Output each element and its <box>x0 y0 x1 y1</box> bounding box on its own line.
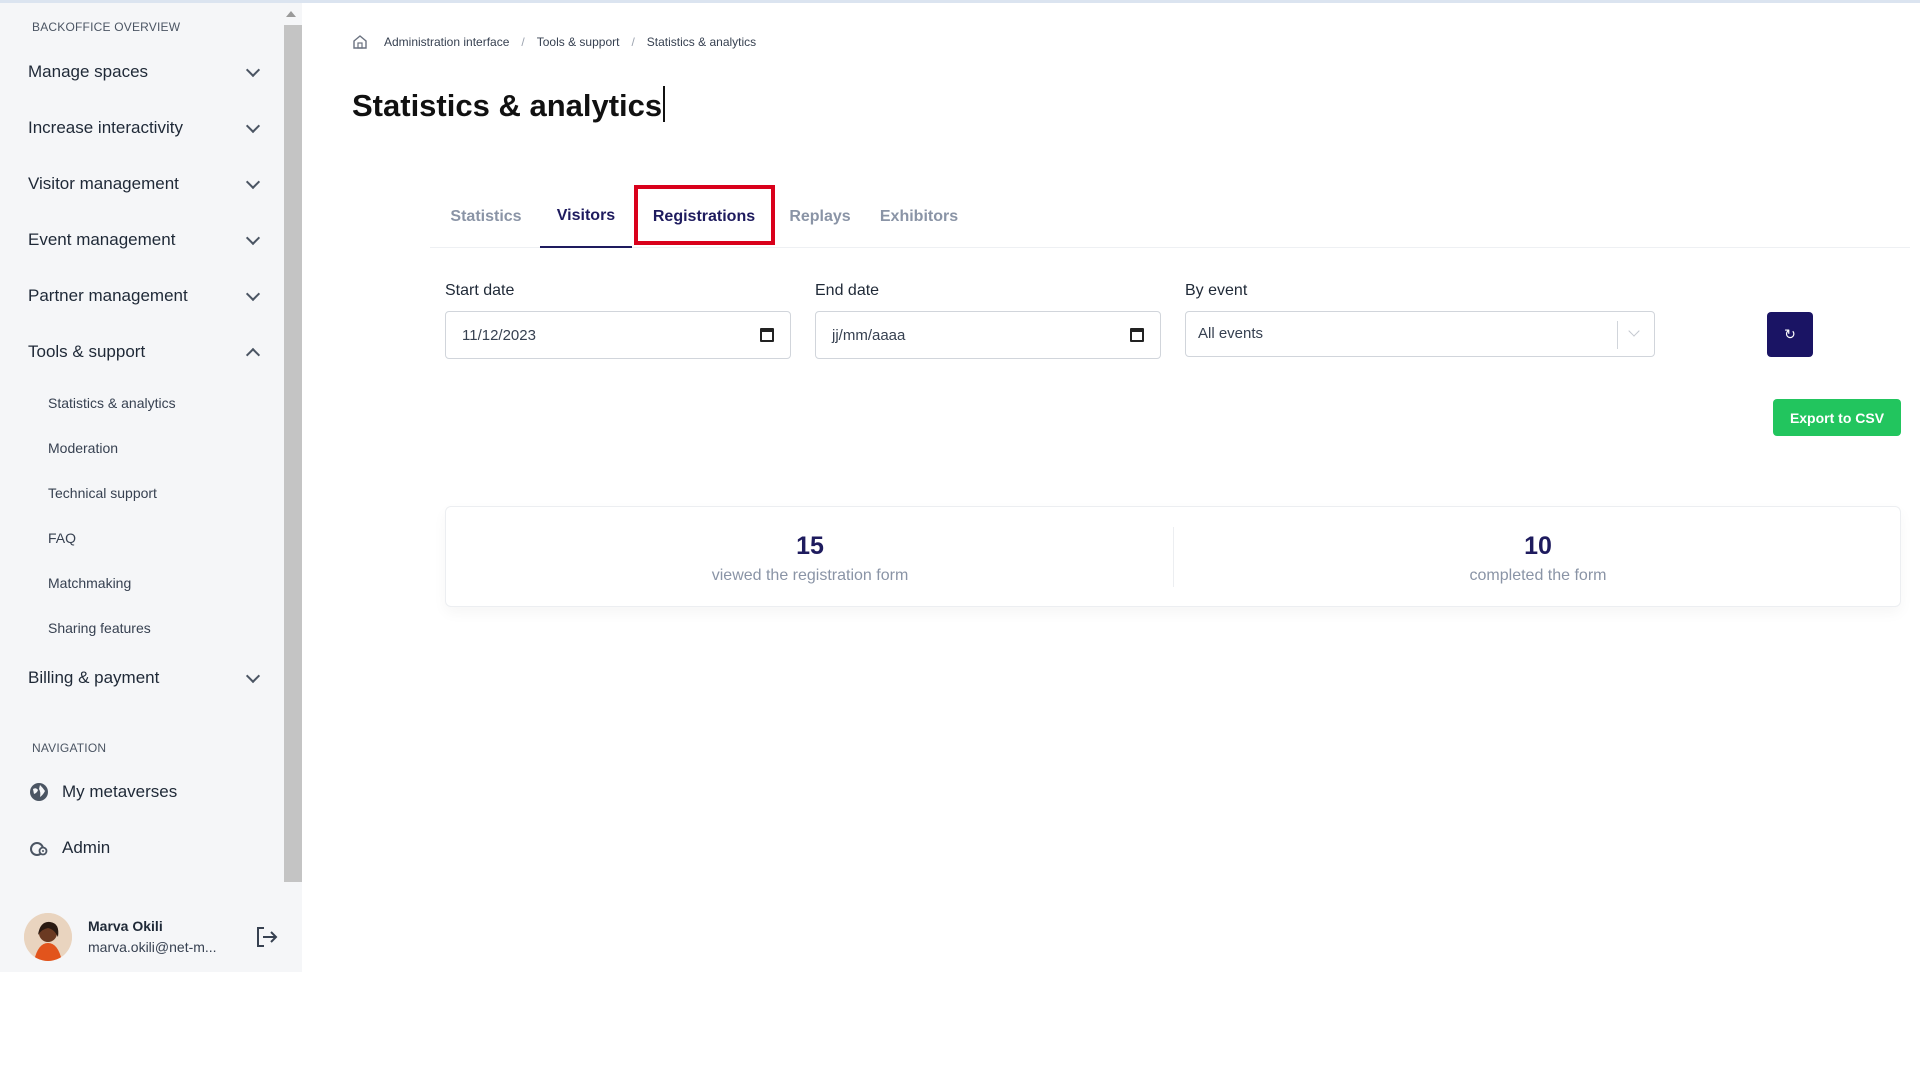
globe-icon <box>28 781 50 803</box>
sidebar-item-label: Tools & support <box>28 342 146 361</box>
refresh-icon: ↻ <box>1784 326 1796 342</box>
tab-statistics[interactable]: Statistics <box>430 186 542 248</box>
sidebar-item-tools-support[interactable]: Tools & support <box>28 336 264 368</box>
sidebar-item-partner-management[interactable]: Partner management <box>28 280 264 312</box>
sidebar-subitem-matchmaking[interactable]: Matchmaking <box>48 575 131 591</box>
page-title-text: Statistics & analytics <box>352 88 663 123</box>
start-date-input[interactable]: 11/12/2023 <box>445 311 791 359</box>
chevron-down-icon <box>245 174 261 189</box>
stat-value: 15 <box>796 532 824 560</box>
select-divider <box>1617 321 1618 349</box>
stat-label: completed the form <box>1469 567 1607 584</box>
event-select-value: All events <box>1198 325 1264 342</box>
breadcrumb-separator: / <box>521 35 525 49</box>
sidebar-scrollbar-thumb[interactable] <box>284 25 302 882</box>
end-date-input[interactable]: jj/mm/aaaa <box>815 311 1161 359</box>
registration-stats-card: 15 viewed the registration form 10 compl… <box>445 506 1901 607</box>
chevron-down-icon <box>245 668 261 683</box>
chevron-down-icon <box>245 286 261 301</box>
avatar <box>24 913 72 961</box>
chevron-up-icon <box>245 347 261 362</box>
stat-completed-form: 10 completed the form <box>1174 507 1902 608</box>
end-date-label: End date <box>815 282 880 299</box>
chevron-down-icon <box>1628 325 1640 337</box>
sidebar-item-label: Manage spaces <box>28 62 149 81</box>
event-filter-label: By event <box>1185 282 1248 299</box>
user-email: marva.okili@net-m... <box>88 939 217 955</box>
stat-label: viewed the registration form <box>711 567 909 584</box>
breadcrumb-item-administration[interactable]: Administration interface <box>384 35 509 49</box>
sidebar-item-manage-spaces[interactable]: Manage spaces <box>28 56 264 88</box>
sidebar-item-billing-payment[interactable]: Billing & payment <box>28 662 264 694</box>
sidebar-subitem-sharing-features[interactable]: Sharing features <box>48 620 151 636</box>
tab-registrations[interactable]: Registrations <box>638 186 770 248</box>
page-title: Statistics & analytics <box>352 86 666 124</box>
chevron-down-icon <box>245 230 261 245</box>
start-date-value: 11/12/2023 <box>462 326 536 344</box>
scroll-up-arrow-icon[interactable] <box>286 11 296 17</box>
tab-visitors[interactable]: Visitors <box>540 186 632 248</box>
sidebar-item-label: My metaverses <box>62 782 178 801</box>
sidebar-item-label: Billing & payment <box>28 668 160 687</box>
sidebar-item-label: Partner management <box>28 286 188 305</box>
sidebar-item-label: Visitor management <box>28 174 179 193</box>
section-label-backoffice: BACKOFFICE OVERVIEW <box>32 20 181 34</box>
user-profile: Marva Okili marva.okili@net-m... <box>0 903 302 972</box>
chevron-down-icon <box>245 62 261 77</box>
event-select[interactable]: All events <box>1185 311 1655 357</box>
sidebar-subitem-statistics-analytics[interactable]: Statistics & analytics <box>48 395 176 411</box>
user-name: Marva Okili <box>88 918 163 934</box>
calendar-icon[interactable] <box>760 328 774 342</box>
tab-bar: Statistics Visitors Registrations Replay… <box>430 186 1910 248</box>
sidebar-subitem-technical-support[interactable]: Technical support <box>48 485 157 501</box>
sidebar-subitem-faq[interactable]: FAQ <box>48 530 76 546</box>
sidebar-item-event-management[interactable]: Event management <box>28 224 264 256</box>
breadcrumb-item-current: Statistics & analytics <box>646 35 757 49</box>
chevron-down-icon <box>245 118 261 133</box>
home-icon[interactable] <box>352 34 368 50</box>
stat-value: 10 <box>1524 532 1552 560</box>
breadcrumb: Administration interface / Tools & suppo… <box>352 34 756 50</box>
sidebar-item-visitor-management[interactable]: Visitor management <box>28 168 264 200</box>
sidebar: BACKOFFICE OVERVIEW Manage spaces Increa… <box>0 3 302 972</box>
text-cursor <box>663 86 666 122</box>
admin-icon <box>28 837 50 859</box>
sidebar-item-label: Increase interactivity <box>28 118 183 137</box>
refresh-button[interactable]: ↻ <box>1767 312 1813 357</box>
section-label-navigation: NAVIGATION <box>32 741 107 755</box>
sidebar-subitem-moderation[interactable]: Moderation <box>48 440 118 456</box>
sidebar-item-increase-interactivity[interactable]: Increase interactivity <box>28 112 264 144</box>
sidebar-scroll-area: BACKOFFICE OVERVIEW Manage spaces Increa… <box>0 3 282 883</box>
sidebar-item-admin[interactable]: Admin <box>28 832 110 864</box>
start-date-label: Start date <box>445 282 515 299</box>
sidebar-item-my-metaverses[interactable]: My metaverses <box>28 776 177 808</box>
breadcrumb-item-tools-support[interactable]: Tools & support <box>537 35 620 49</box>
breadcrumb-separator: / <box>631 35 635 49</box>
calendar-icon[interactable] <box>1130 328 1144 342</box>
export-csv-button[interactable]: Export to CSV <box>1773 399 1901 436</box>
tab-replays[interactable]: Replays <box>780 186 860 248</box>
sidebar-item-label: Event management <box>28 230 176 249</box>
stat-viewed-form: 15 viewed the registration form <box>446 507 1174 608</box>
logout-icon[interactable] <box>254 925 280 949</box>
sidebar-item-label: Admin <box>62 838 111 857</box>
tab-exhibitors[interactable]: Exhibitors <box>870 186 968 248</box>
end-date-placeholder: jj/mm/aaaa <box>832 326 906 344</box>
